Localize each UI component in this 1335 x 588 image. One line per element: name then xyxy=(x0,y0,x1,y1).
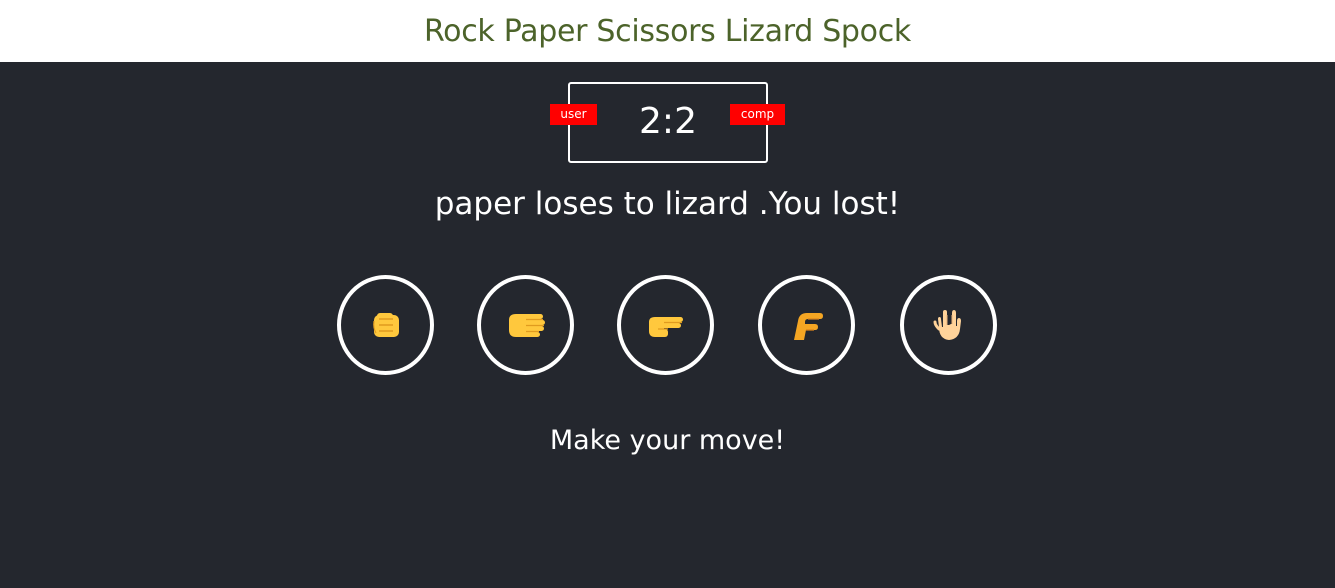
user-badge: user xyxy=(550,104,597,125)
scissors-button[interactable] xyxy=(617,275,714,375)
spock-button[interactable] xyxy=(900,275,997,375)
game-area: 2:2 user comp paper loses to lizard .You… xyxy=(0,62,1335,588)
result-message: paper loses to lizard .You lost! xyxy=(434,186,901,222)
paper-button[interactable] xyxy=(477,275,574,375)
backhand-index-pointing-right-icon xyxy=(648,317,683,337)
vulcan-salute-icon xyxy=(933,310,961,340)
pinched-fingers-lizard-hand-icon xyxy=(793,313,823,340)
move-prompt: Make your move! xyxy=(549,425,786,456)
comp-badge: comp xyxy=(730,104,785,125)
page-title: Rock Paper Scissors Lizard Spock xyxy=(423,13,911,49)
header: Rock Paper Scissors Lizard Spock xyxy=(0,0,1335,62)
raised-fist-icon xyxy=(372,313,399,337)
lizard-button[interactable] xyxy=(758,275,855,375)
rock-button[interactable] xyxy=(337,275,434,375)
raised-back-of-hand-icon xyxy=(508,314,545,337)
